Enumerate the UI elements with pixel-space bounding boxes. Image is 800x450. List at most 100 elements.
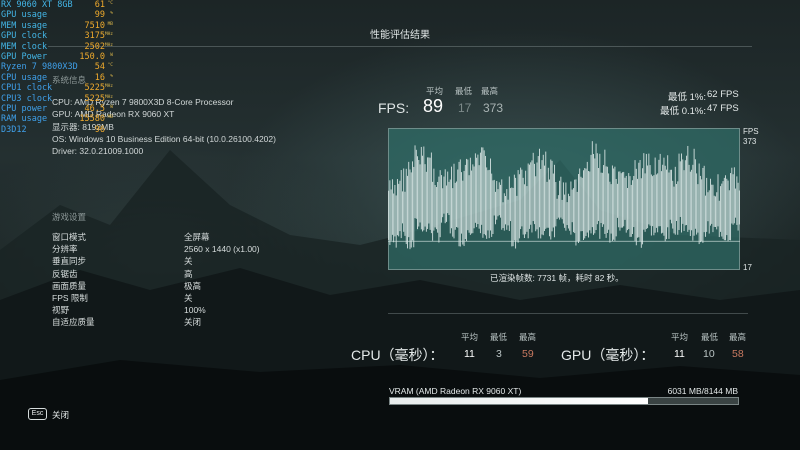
cpu-min-value: 3 xyxy=(496,348,502,360)
vram-usage-fill xyxy=(390,398,648,404)
settings-value: 极高 xyxy=(184,280,202,291)
settings-label: 反锯齿 xyxy=(52,268,78,279)
settings-row-quality: 画面质量 极高 xyxy=(52,280,292,292)
middle-divider xyxy=(388,313,748,314)
performance-overlay: RX 9060 XT 8GB 61 °C GPU usage 99% MEM usage 7… xyxy=(1,0,113,135)
osd-unit: % xyxy=(110,11,113,17)
cpu-min-header: 最低 xyxy=(490,332,508,342)
gpu-max-value: 58 xyxy=(732,348,744,360)
osd-row: RX 9060 XT 8GB 61 °C xyxy=(1,0,113,10)
gpu-max-header: 最高 xyxy=(729,332,747,342)
osd-unit: MHz xyxy=(104,84,113,90)
osd-row: MEM usage 7510 MB xyxy=(1,21,113,31)
osd-row: CPU3 clock 5225 MHz xyxy=(1,94,113,104)
graph-min-label: 17 xyxy=(743,263,752,272)
fps-max-header: 最高 xyxy=(481,86,499,96)
osd-unit: MHz xyxy=(104,94,113,100)
page-title: 性能评估结果 xyxy=(370,30,430,41)
osd-row: CPU usage 16% xyxy=(1,73,113,83)
osd-label: D3D12 xyxy=(1,124,27,135)
settings-row-antialiasing: 反锯齿 高 xyxy=(52,268,292,280)
osd-label: MEM usage xyxy=(1,20,48,31)
osd-value: 46.5 xyxy=(84,103,105,114)
osd-unit: °C xyxy=(107,1,113,6)
osd-label: GPU Power xyxy=(1,51,48,62)
settings-label: 画面质量 xyxy=(52,280,87,291)
gpu-timing-label: GPU（毫秒）： xyxy=(561,347,655,363)
low-1-percent-label: 最低 1%: xyxy=(667,92,706,103)
fps-graph xyxy=(388,128,740,270)
osd-value: 16 xyxy=(94,72,105,83)
osd-unit: MB xyxy=(107,115,113,121)
osd-row: D3D12 96 xyxy=(1,125,113,135)
osd-label: CPU power xyxy=(1,103,48,114)
osd-label: CPU1 clock xyxy=(1,83,53,94)
settings-value: 关 xyxy=(184,292,193,303)
settings-row-window-mode: 窗口模式 全屏幕 xyxy=(52,231,292,243)
settings-row-fov: 视野 100% xyxy=(52,304,292,316)
graph-max-label: 373 xyxy=(743,137,757,146)
game-settings-heading: 游戏设置 xyxy=(52,212,87,222)
gpu-min-value: 10 xyxy=(703,348,715,360)
system-info-driver: Driver: 32.0.21009.1000 xyxy=(52,146,144,157)
osd-value: 54 xyxy=(94,62,105,73)
osd-row: GPU usage 99% xyxy=(1,10,113,20)
osd-row: CPU power 46.5 W xyxy=(1,104,113,114)
osd-row: GPU clock 3175 MHz xyxy=(1,31,113,41)
osd-row: Ryzen 7 9800X3D 54 °C xyxy=(1,62,113,72)
frames-summary: 已渲染帧数: 7731 帧，耗时 82 秒。 xyxy=(490,273,624,283)
fps-min-value: 17 xyxy=(458,101,472,115)
osd-label: GPU usage xyxy=(1,10,48,21)
vram-value: 6031 MB/8144 MB xyxy=(667,386,738,396)
osd-unit: % xyxy=(110,73,113,79)
osd-unit: MHz xyxy=(104,42,113,48)
settings-row-vsync: 垂直同步 关 xyxy=(52,255,292,267)
graph-background xyxy=(388,128,740,270)
osd-unit: MHz xyxy=(104,32,113,38)
osd-label: CPU3 clock xyxy=(1,93,53,104)
settings-value: 全屏幕 xyxy=(184,232,210,242)
osd-label: RX 9060 XT 8GB xyxy=(1,0,73,10)
osd-value: 5225 xyxy=(84,93,105,104)
gpu-avg-value: 11 xyxy=(674,348,685,360)
gpu-avg-header: 平均 xyxy=(671,332,689,342)
osd-unit: °C xyxy=(107,63,113,69)
vram-label: VRAM (AMD Radeon RX 9060 XT) xyxy=(389,386,522,396)
settings-value: 高 xyxy=(184,268,193,279)
settings-label: 视野 xyxy=(52,305,70,316)
cpu-max-header: 最高 xyxy=(519,332,537,342)
graph-axis-label: FPS xyxy=(743,127,759,136)
osd-value: 2502 xyxy=(84,41,105,52)
osd-value: 7510 xyxy=(84,20,105,31)
osd-label: GPU clock xyxy=(1,31,48,42)
close-button[interactable]: 关闭 xyxy=(52,409,69,421)
settings-value: 关闭 xyxy=(184,317,202,328)
osd-value: 3175 xyxy=(84,31,105,42)
osd-value: 99 xyxy=(94,10,105,21)
osd-unit: W xyxy=(110,52,113,58)
osd-row: RAM usage 15580 MB xyxy=(1,114,113,124)
osd-value: 15580 xyxy=(79,114,105,125)
game-settings: 窗口模式 全屏幕 分辨率 2560 x 1440 (x1.00) 垂直同步关 反锯齿… xyxy=(52,231,292,329)
vram-usage-bar xyxy=(389,397,739,405)
osd-value: 61 xyxy=(94,0,105,10)
osd-label: CPU usage xyxy=(1,72,48,83)
settings-label: 分辨率 xyxy=(52,244,78,255)
low-1-percent-value: 62 FPS xyxy=(707,89,739,100)
top-divider xyxy=(48,46,752,47)
osd-label: Ryzen 7 9800X3D xyxy=(1,62,78,73)
cpu-avg-header: 平均 xyxy=(461,332,479,342)
osd-value: 5225 xyxy=(84,83,105,94)
fps-max-value: 373 xyxy=(483,101,504,115)
osd-row: MEM clock 2502 MHz xyxy=(1,42,113,52)
fps-average-value: 89 xyxy=(423,96,444,116)
settings-label: 自适应质量 xyxy=(52,317,95,328)
osd-value: 96 xyxy=(94,124,105,135)
osd-unit: W xyxy=(110,104,113,110)
osd-row: GPU Power 150.0 W xyxy=(1,52,113,62)
settings-row-fps-limit: FPS 限制 关 xyxy=(52,292,292,304)
osd-unit: MB xyxy=(107,21,113,27)
esc-key-icon[interactable]: Esc xyxy=(28,408,47,420)
settings-row-resolution: 分辨率 2560 x 1440 (x1.00) xyxy=(52,243,292,255)
settings-label: 窗口模式 xyxy=(52,232,87,242)
